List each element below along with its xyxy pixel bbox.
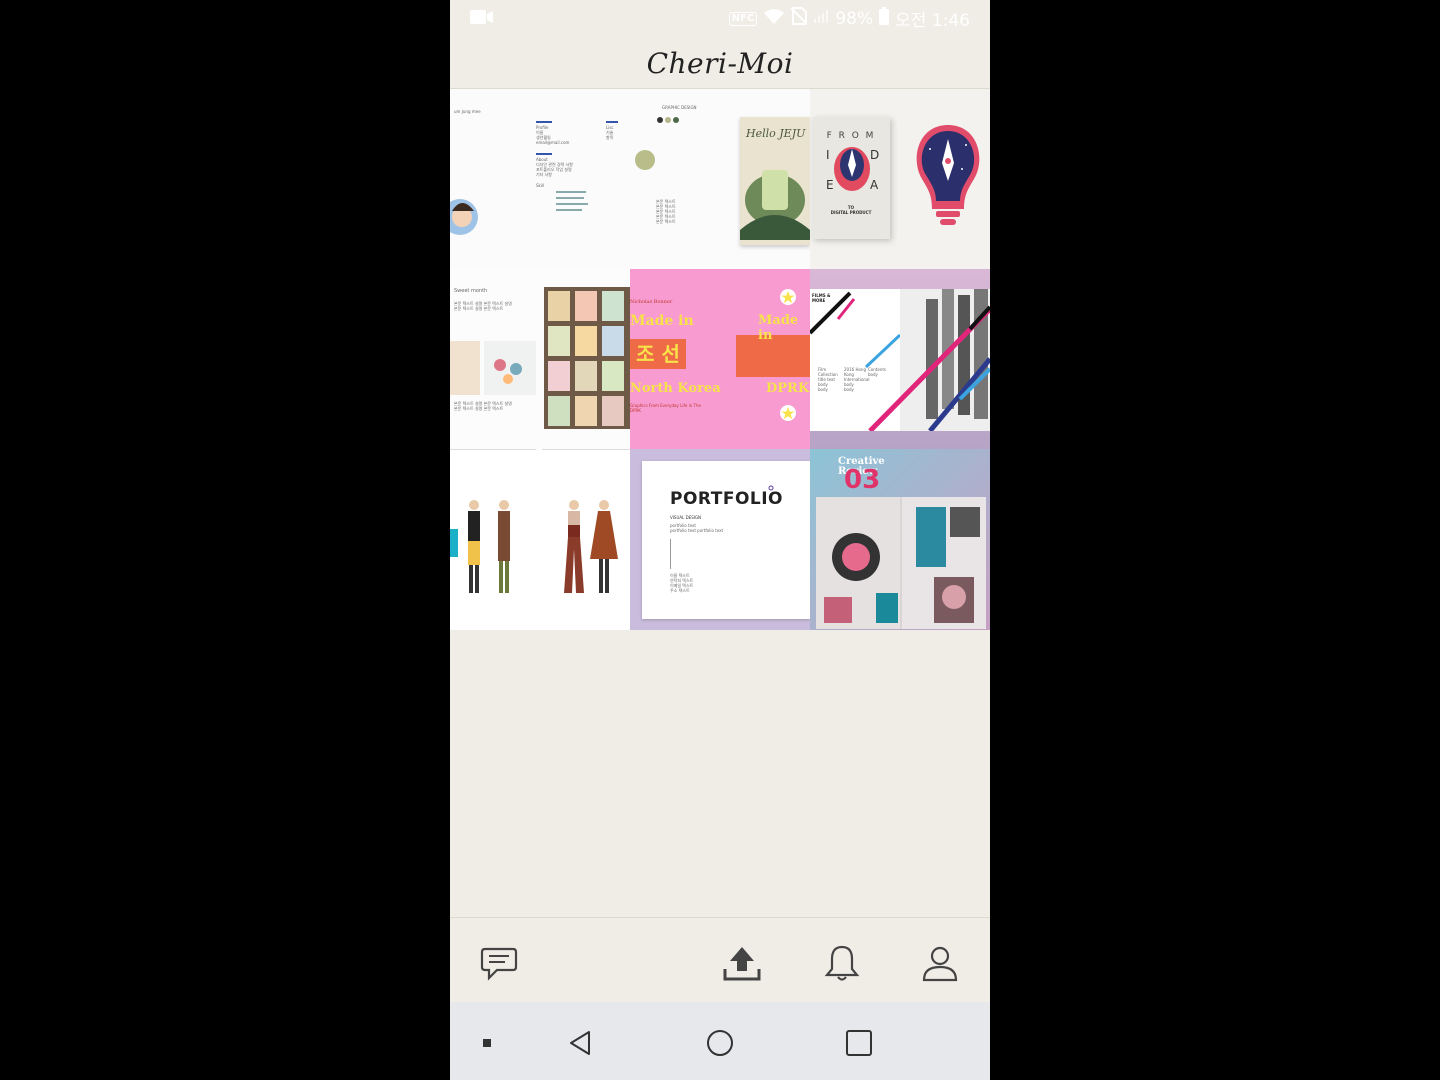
card-image	[450, 341, 480, 395]
nfc-icon: NFC	[728, 11, 758, 26]
portfolio-grid: um Jung mee Profile 이름 생년월일 email@mail.com …	[450, 89, 990, 630]
bell-icon	[824, 945, 860, 981]
no-sim-icon	[790, 7, 809, 30]
tile-caption: GRAPHIC DESIGN	[662, 105, 697, 110]
svg-text:D: D	[870, 148, 879, 162]
system-nav-bar	[450, 1002, 990, 1080]
tile-caption: Sweet month	[454, 288, 488, 294]
star-icon	[780, 405, 796, 421]
clock: 오전 1:46	[895, 11, 970, 31]
recent-dot-button[interactable]	[470, 1026, 504, 1060]
magazine-spread: FILMS & MORE Film Collection title text bo…	[810, 289, 990, 433]
phone-screen: NFC 98% 오전 1:46 Cheri-Moi um Jung mee Pr…	[450, 0, 990, 1080]
book-cover: F R O M I D E A TO DIGITAL PRODUCT	[812, 117, 890, 239]
fashion-sketches	[450, 500, 618, 593]
portfolio-tile-films[interactable]: FILMS & MORE Film Collection title text bo…	[810, 269, 990, 449]
star-icon	[780, 289, 796, 305]
wifi-icon	[763, 7, 785, 30]
magazine-spread	[816, 497, 986, 629]
chat-button[interactable]	[475, 940, 523, 986]
battery-icon	[879, 7, 890, 30]
portfolio-tile-portfolio[interactable]: PORTFOLIO VISUAL DESIGN portfolio text po…	[630, 449, 810, 630]
profile-icon	[922, 946, 958, 982]
rocket-bulb-illustration	[916, 125, 980, 225]
portfolio-tile-from-idea[interactable]: F R O M I D E A TO DIGITAL PRODUCT	[810, 89, 990, 269]
portfolio-tile-resume[interactable]: um Jung mee Profile 이름 생년월일 email@mail.com …	[450, 89, 810, 269]
home-button[interactable]	[703, 1026, 737, 1060]
back-icon	[570, 1031, 590, 1055]
card-image	[484, 341, 536, 395]
portfolio-tile-fashion[interactable]	[450, 449, 630, 630]
color-circle	[635, 150, 655, 170]
overview-button[interactable]	[842, 1026, 876, 1060]
back-button[interactable]	[564, 1026, 598, 1060]
bottom-nav	[450, 917, 990, 1003]
profile-button[interactable]	[916, 940, 964, 986]
avatar-illustration	[450, 199, 478, 235]
signal-icon	[813, 8, 829, 29]
svg-text:A: A	[870, 178, 879, 192]
battery-percent: 98%	[835, 8, 874, 29]
overview-icon	[846, 1030, 872, 1056]
upload-icon	[723, 947, 761, 981]
portfolio-tile-made-in-korea[interactable]: Nicholas Bonner Made in 조 선 North Korea …	[630, 269, 810, 449]
square-dot-icon	[483, 1039, 491, 1047]
chat-icon	[480, 947, 518, 981]
app-header: Cheri-Moi	[450, 34, 990, 89]
app-title: Cheri-Moi	[646, 47, 794, 80]
card-grid	[544, 287, 630, 429]
portfolio-tile-sweet-month[interactable]: Sweet month 본문 텍스트 설명 본문 텍스트 설명 본문 텍스트 설명…	[450, 269, 630, 449]
notifications-button[interactable]	[818, 940, 866, 986]
status-bar: NFC 98% 오전 1:46	[450, 0, 990, 34]
color-dots	[657, 117, 679, 123]
hello-jeju-poster: Hello JEJU	[740, 117, 810, 245]
svg-text:I: I	[826, 148, 830, 162]
portfolio-tile-creative-review[interactable]: Creative Review 03	[810, 449, 990, 630]
svg-text:E: E	[826, 178, 834, 192]
portfolio-cover: PORTFOLIO VISUAL DESIGN portfolio text po…	[642, 461, 810, 619]
video-camera-icon	[470, 9, 494, 29]
home-icon	[707, 1030, 733, 1056]
upload-button[interactable]	[718, 940, 766, 986]
